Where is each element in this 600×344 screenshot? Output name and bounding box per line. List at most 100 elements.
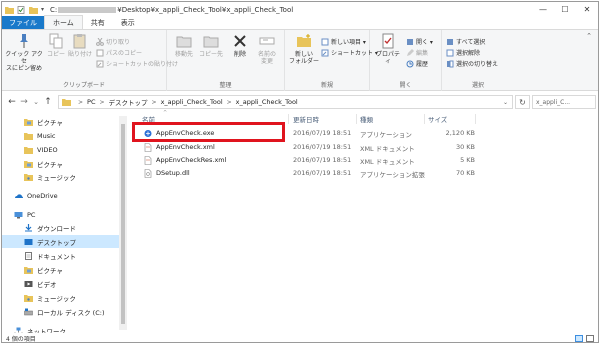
tab-file[interactable]: ファイル xyxy=(2,16,44,29)
column-header-size[interactable]: サイズ xyxy=(428,114,447,124)
breadcrumb-current-folder[interactable]: x_appli_Check_Tool xyxy=(236,98,298,106)
column-header-modified[interactable]: 更新日時 xyxy=(293,114,319,124)
nav-item[interactable]: ピクチャ xyxy=(2,157,120,170)
maximize-button[interactable]: ☐ xyxy=(554,2,576,17)
status-bar: 4 個の項目 xyxy=(2,333,598,342)
close-button[interactable]: ✕ xyxy=(576,2,598,17)
column-header-type[interactable]: 種類 xyxy=(360,114,373,124)
forward-button[interactable]: → xyxy=(18,97,30,107)
column-divider[interactable] xyxy=(475,114,476,124)
nav-item[interactable]: PC xyxy=(2,208,120,221)
copy-path-button[interactable]: パスのコピー xyxy=(96,48,142,57)
properties-icon xyxy=(382,33,394,49)
pin-quick-access-button[interactable]: クイック アクセ スにピン留め xyxy=(4,33,44,72)
breadcrumb-separator: > xyxy=(226,98,232,106)
select-all-button[interactable]: すべて選択 xyxy=(446,37,485,46)
pictures-icon xyxy=(24,118,33,126)
nav-item[interactable]: ドキュメント xyxy=(2,249,120,262)
minimize-button[interactable]: — xyxy=(532,2,554,17)
new-folder-button[interactable]: 新しい フォルダー xyxy=(289,33,319,65)
rename-button[interactable]: 名前の 変更 xyxy=(255,33,279,65)
large-icons-view-icon[interactable] xyxy=(586,335,594,342)
ribbon-collapse-button[interactable]: ⌃ xyxy=(586,32,592,40)
group-clipboard-label: クリップボード xyxy=(62,82,105,89)
file-type: XML ドキュメント xyxy=(360,158,415,166)
invert-selection-button[interactable]: 選択の切り替え xyxy=(446,59,498,68)
cut-button[interactable]: 切り取り xyxy=(96,37,130,46)
nav-item[interactable]: ミュージック xyxy=(2,170,120,183)
move-to-button[interactable]: 移動先 xyxy=(173,33,195,58)
address-bar[interactable]: > PC > デスクトップ > x_appli_Check_Tool > x_a… xyxy=(58,95,513,109)
properties-icon[interactable] xyxy=(17,5,26,14)
nav-item[interactable]: OneDrive xyxy=(2,189,120,202)
copy-to-button[interactable]: コピー先 xyxy=(199,33,223,58)
nav-item[interactable]: ビデオ xyxy=(2,277,120,290)
nav-item-label: ダウンロード xyxy=(37,224,76,233)
tab-view[interactable]: 表示 xyxy=(113,16,143,29)
nav-item[interactable]: ダウンロード xyxy=(2,221,120,234)
breadcrumb-separator: > xyxy=(99,98,105,106)
properties-label: プロパティ xyxy=(375,51,400,65)
history-button[interactable]: 履歴 xyxy=(406,59,428,68)
open-button[interactable]: 開く ▾ xyxy=(406,37,433,46)
properties-button[interactable]: プロパティ xyxy=(374,33,402,65)
up-button[interactable]: ↑ xyxy=(42,97,54,107)
pin-icon xyxy=(20,34,28,48)
new-folder-icon[interactable] xyxy=(29,6,38,14)
tab-share[interactable]: 共有 xyxy=(83,16,113,29)
file-row[interactable]: DSetup.dll 2016/07/19 18:51 アプリケーション拡張 70 K… xyxy=(135,167,475,179)
nav-item[interactable]: ピクチャ xyxy=(2,263,120,276)
breadcrumb-desktop[interactable]: デスクトップ xyxy=(109,97,148,107)
copy-icon xyxy=(49,33,63,49)
file-row[interactable]: AppEnvCheck.xml 2016/07/19 18:51 XML ドキュメン… xyxy=(135,141,475,153)
file-name: DSetup.dll xyxy=(156,169,190,177)
nav-item[interactable]: ミュージック xyxy=(2,291,120,304)
nav-item[interactable]: ローカル ディスク (C:) xyxy=(2,305,120,318)
nav-item[interactable]: VIDEO xyxy=(2,143,120,156)
copy-button[interactable]: コピー xyxy=(46,33,66,58)
paste-shortcut-button[interactable]: ショートカットの貼り付け xyxy=(96,59,178,68)
nav-item-label: ピクチャ xyxy=(37,160,63,169)
explorer-window: ▾ C: ¥Desktop¥x_appli_Check_Tool¥x_appli_… xyxy=(1,1,599,343)
file-size: 30 KB xyxy=(455,143,475,151)
breadcrumb-pc[interactable]: PC xyxy=(87,98,95,106)
breadcrumb-separator: > xyxy=(78,98,84,106)
back-button[interactable]: ← xyxy=(6,97,18,107)
edit-button[interactable]: 編集 xyxy=(406,48,428,57)
search-box[interactable]: x_appli_C... xyxy=(532,95,596,109)
file-date: 2016/07/19 18:51 xyxy=(293,169,352,177)
file-row[interactable]: AppEnvCheckRes.xml 2016/07/19 18:51 XML ドキ… xyxy=(135,154,475,166)
column-divider[interactable] xyxy=(288,114,289,124)
new-item-label: 新しい項目 ▾ xyxy=(331,39,366,46)
breadcrumb-tool-folder[interactable]: x_appli_Check_Tool xyxy=(161,98,223,106)
nav-item[interactable]: Music xyxy=(2,129,120,142)
quick-access-dropdown-icon[interactable]: ▾ xyxy=(41,6,44,13)
select-none-icon xyxy=(446,49,454,56)
copy-path-label: パスのコピー xyxy=(106,50,143,57)
history-label: 履歴 xyxy=(416,61,429,68)
title-bar: ▾ C: ¥Desktop¥x_appli_Check_Tool¥x_appli_… xyxy=(2,2,598,17)
file-size: 2,120 KB xyxy=(445,129,475,137)
select-none-button[interactable]: 選択解除 xyxy=(446,48,480,57)
nav-item[interactable]: デスクトップ xyxy=(2,235,120,248)
copy-to-icon xyxy=(203,36,219,48)
nav-pane-scrollbar[interactable] xyxy=(119,116,127,330)
refresh-button[interactable]: ↻ xyxy=(515,95,530,109)
recent-locations-button[interactable]: ⌄ xyxy=(30,98,42,106)
column-divider[interactable] xyxy=(356,114,357,124)
nav-pane-scroll-thumb[interactable] xyxy=(121,124,125,324)
pictures-icon xyxy=(24,160,33,168)
rename-label: 名前の xyxy=(257,51,276,58)
address-dropdown-icon[interactable]: ⌄ xyxy=(503,99,508,106)
details-view-icon[interactable] xyxy=(575,335,583,342)
window-controls: — ☐ ✕ xyxy=(532,2,598,17)
column-divider[interactable] xyxy=(424,114,425,124)
nav-item[interactable]: ピクチャ xyxy=(2,115,120,128)
delete-button[interactable]: 削除 xyxy=(231,33,249,58)
tab-home[interactable]: ホーム xyxy=(44,15,83,29)
group-new-label: 新規 xyxy=(320,82,333,89)
navigation-pane: ピクチャ Music VIDEO ピクチャ ミュージック OneDrive PC ダウンロード… xyxy=(2,112,128,336)
ribbon-tabs: ファイル ホーム 共有 表示 xyxy=(2,15,598,30)
paste-button[interactable]: 貼り付け xyxy=(67,33,93,58)
new-item-button[interactable]: 新しい項目 ▾ xyxy=(321,37,366,46)
